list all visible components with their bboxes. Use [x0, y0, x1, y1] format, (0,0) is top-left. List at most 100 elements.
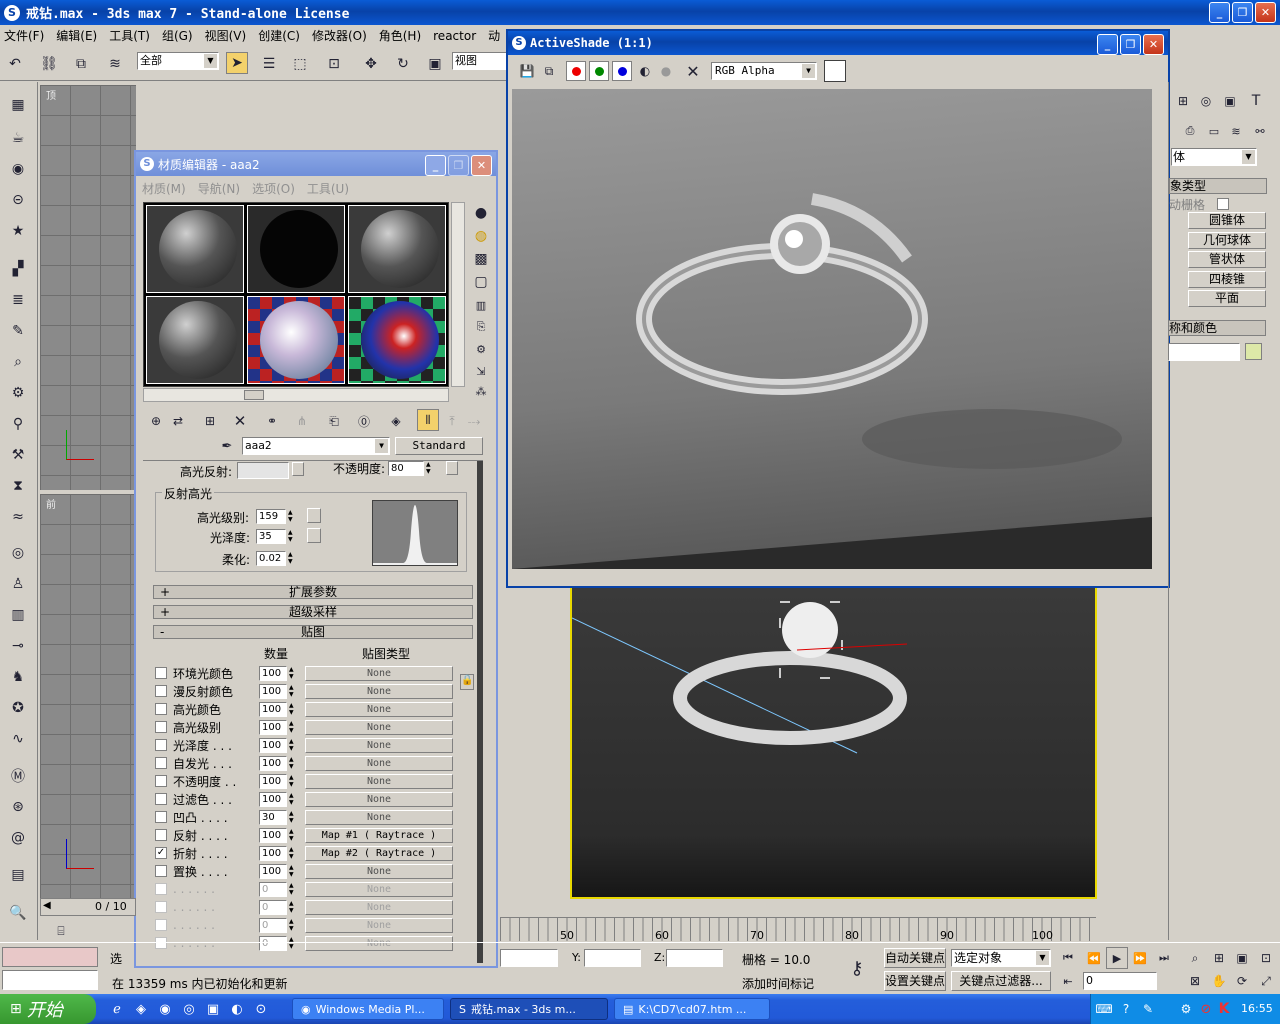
- prev-frame-icon[interactable]: ⏪: [1083, 947, 1105, 969]
- go-to-end-icon[interactable]: ⏭: [1153, 947, 1175, 969]
- sample-slot-active[interactable]: [247, 296, 345, 384]
- arc-rotate-icon[interactable]: ⟳: [1231, 970, 1253, 992]
- hammer-icon[interactable]: ⚒: [7, 444, 29, 466]
- helpers-icon[interactable]: ▭: [1203, 120, 1225, 142]
- sample-slots-hscroll[interactable]: [143, 388, 449, 402]
- glossiness-input[interactable]: 35: [256, 529, 286, 544]
- map-amount-input[interactable]: 0: [259, 917, 287, 933]
- minimize-button[interactable]: _: [1097, 34, 1118, 55]
- opacity-input[interactable]: 80: [388, 461, 424, 476]
- move-icon[interactable]: ✥: [360, 53, 382, 75]
- map-amount-input[interactable]: 100: [259, 755, 287, 771]
- soften-input[interactable]: 0.02: [256, 551, 286, 566]
- keyboard-icon[interactable]: ⌨: [1093, 998, 1115, 1020]
- menu-view[interactable]: 视图(V): [205, 27, 247, 44]
- ie-icon[interactable]: ℯ: [106, 998, 128, 1020]
- maximize-button[interactable]: ❐: [1120, 34, 1141, 55]
- quicklaunch-icon[interactable]: ▣: [202, 998, 224, 1020]
- map-amount-input[interactable]: 30: [259, 809, 287, 825]
- put-to-scene-icon[interactable]: ⇄: [167, 410, 189, 432]
- map-enable-checkbox[interactable]: [155, 901, 167, 913]
- viewport-top[interactable]: 顶: [40, 85, 136, 490]
- map-slot-button[interactable]: None: [305, 791, 453, 807]
- map-amount-spinner[interactable]: ▲ ▼: [289, 792, 297, 806]
- menu-utilities[interactable]: 工具(U): [307, 180, 349, 197]
- next-frame-icon[interactable]: ⏩: [1129, 947, 1151, 969]
- make-copy-icon[interactable]: ⚭: [261, 410, 283, 432]
- map-slot-button[interactable]: None: [305, 719, 453, 735]
- object-type-rollout[interactable]: 象类型: [1169, 178, 1267, 194]
- chair-icon[interactable]: ♞: [7, 666, 29, 688]
- region-zoom-icon[interactable]: ⊠: [1184, 970, 1206, 992]
- maximize-viewport-icon[interactable]: ⤢: [1255, 970, 1277, 992]
- go-to-start-icon[interactable]: ⏮: [1057, 947, 1079, 969]
- map-slot-button[interactable]: None: [305, 755, 453, 771]
- map-enable-checkbox[interactable]: [155, 775, 167, 787]
- menu-navigation[interactable]: 导航(N): [198, 180, 240, 197]
- map-amount-spinner[interactable]: ▲ ▼: [289, 810, 297, 824]
- map-slot-button[interactable]: None: [305, 917, 453, 933]
- zoom-region-icon[interactable]: 🔍: [7, 902, 29, 924]
- glossiness-spinner[interactable]: ▲ ▼: [288, 529, 296, 543]
- menu-options[interactable]: 选项(O): [252, 180, 295, 197]
- background-icon[interactable]: ▩: [470, 248, 492, 270]
- map-amount-spinner[interactable]: ▲ ▼: [289, 900, 297, 914]
- spec-level-spinner[interactable]: ▲ ▼: [288, 509, 296, 523]
- geosphere-button[interactable]: 几何球体: [1188, 232, 1266, 249]
- material-name-field[interactable]: aaa2 ▼: [242, 437, 390, 455]
- menu-edit[interactable]: 编辑(E): [56, 27, 97, 44]
- utilities-icon[interactable]: T: [1245, 90, 1267, 112]
- save-icon[interactable]: 💾: [516, 60, 538, 82]
- track-bar[interactable]: [500, 917, 1096, 941]
- star-icon[interactable]: ★: [7, 220, 29, 242]
- quicklaunch-icon[interactable]: ◐: [226, 998, 248, 1020]
- network-icon[interactable]: ⚙: [1175, 998, 1197, 1020]
- mono-icon[interactable]: ●: [655, 60, 677, 82]
- quicklaunch-icon[interactable]: ◎: [178, 998, 200, 1020]
- wheel-icon[interactable]: ✪: [7, 697, 29, 719]
- target-icon[interactable]: ⊛: [7, 796, 29, 818]
- spring-icon[interactable]: ≣: [7, 289, 29, 311]
- wave-icon[interactable]: ≈: [7, 506, 29, 528]
- sample-slot[interactable]: [348, 205, 446, 293]
- map-amount-input[interactable]: 0: [259, 899, 287, 915]
- sample-slot[interactable]: [348, 296, 446, 384]
- map-amount-input[interactable]: 100: [259, 701, 287, 717]
- pick-material-icon[interactable]: ✒: [216, 435, 238, 457]
- quicklaunch-icon[interactable]: ◈: [130, 998, 152, 1020]
- key-filters-button[interactable]: 关键点过滤器...: [951, 971, 1051, 991]
- map-slot-button[interactable]: Map #2 ( Raytrace ): [305, 845, 453, 861]
- map-enable-checkbox[interactable]: [155, 739, 167, 751]
- map-enable-checkbox[interactable]: [155, 829, 167, 841]
- map-amount-spinner[interactable]: ▲ ▼: [289, 666, 297, 680]
- specular-color-swatch[interactable]: [237, 462, 289, 479]
- make-preview-icon[interactable]: ⎘: [470, 316, 492, 338]
- opacity-map-button[interactable]: [446, 461, 458, 475]
- time-slider[interactable]: ◀ 0 / 10: [40, 898, 136, 916]
- sample-slots-vscroll[interactable]: [451, 202, 465, 387]
- create-box-icon[interactable]: ▦: [7, 94, 29, 116]
- cone-button[interactable]: 圆锥体: [1188, 212, 1266, 229]
- panel-icon[interactable]: ▤: [7, 864, 29, 886]
- book-icon[interactable]: ▥: [7, 604, 29, 626]
- hierarchy-icon[interactable]: ⊞: [1172, 90, 1194, 112]
- key-icon[interactable]: ⚷: [846, 957, 868, 979]
- menu-reactor[interactable]: reactor: [433, 29, 476, 43]
- red-channel-icon[interactable]: [566, 61, 586, 81]
- menu-character[interactable]: 角色(H): [379, 27, 421, 44]
- checker-icon[interactable]: ▞: [7, 258, 29, 280]
- name-color-rollout[interactable]: 称和颜色: [1168, 320, 1266, 336]
- map-amount-input[interactable]: 100: [259, 791, 287, 807]
- tube-button[interactable]: 管状体: [1188, 251, 1266, 268]
- sphere-icon[interactable]: ◉: [7, 158, 29, 180]
- map-enable-checkbox[interactable]: ✓: [155, 847, 167, 859]
- glossiness-map-button[interactable]: [307, 528, 321, 543]
- sample-slot[interactable]: [146, 296, 244, 384]
- map-amount-input[interactable]: 100: [259, 827, 287, 843]
- alpha-channel-icon[interactable]: ◐: [634, 60, 656, 82]
- systems-icon[interactable]: ⚯: [1249, 120, 1271, 142]
- map-amount-input[interactable]: 100: [259, 773, 287, 789]
- bind-space-warp-icon[interactable]: ≋: [104, 53, 126, 75]
- task-browser[interactable]: ▤ K:\CD7\cd07.htm ...: [614, 998, 770, 1020]
- map-enable-checkbox[interactable]: [155, 721, 167, 733]
